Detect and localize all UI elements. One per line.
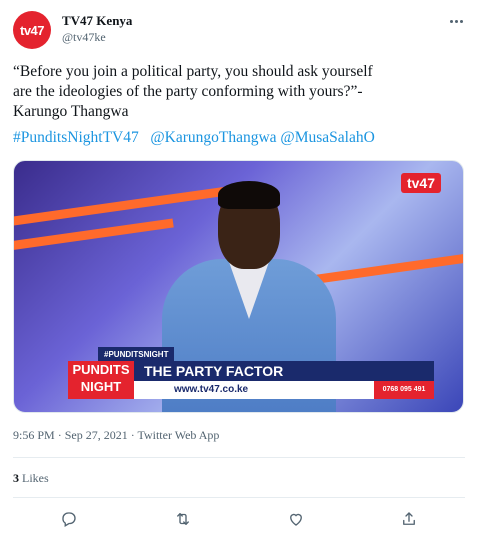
hashtag-line: #PunditsNightTV47 @KarungoThangwa @MusaS… xyxy=(13,128,375,148)
reply-icon[interactable] xyxy=(58,508,80,530)
tweet-source: Twitter Web App xyxy=(137,428,220,442)
likes-label: Likes xyxy=(22,471,49,485)
likes-number: 3 xyxy=(13,471,19,485)
show-name-line: NIGHT xyxy=(80,379,122,394)
tweet-media[interactable]: tv47 #PUNDITSNIGHT PUNDITS NIGHT THE PAR… xyxy=(13,160,464,413)
presenter-hair xyxy=(218,181,280,209)
lower-third: #PUNDITSNIGHT PUNDITS NIGHT THE PARTY FA… xyxy=(68,347,434,399)
channel-phone: 0768 095 491 xyxy=(374,381,434,399)
hashtag-link[interactable]: #PunditsNightTV47 xyxy=(13,129,139,146)
tweet-text-line: Karungo Thangwa xyxy=(13,103,129,120)
show-name-line: PUNDITS xyxy=(72,362,130,377)
tweet-text-line: are the ideologies of the party conformi… xyxy=(13,83,363,100)
avatar[interactable]: tv47 xyxy=(13,11,51,49)
show-name: PUNDITS NIGHT xyxy=(68,361,134,399)
show-hashtag: #PUNDITSNIGHT xyxy=(98,347,175,362)
action-bar xyxy=(0,508,478,530)
tweet-time[interactable]: 9:56 PM xyxy=(13,428,55,442)
tweet-date[interactable]: Sep 27, 2021 xyxy=(65,428,128,442)
mention-link[interactable]: @MusaSalahO xyxy=(280,129,374,146)
divider xyxy=(13,457,465,458)
background-stripe xyxy=(14,218,174,253)
retweet-icon[interactable] xyxy=(172,508,194,530)
tweet-meta: 9:56 PM · Sep 27, 2021 · Twitter Web App xyxy=(13,428,220,442)
segment-title: THE PARTY FACTOR xyxy=(134,361,434,381)
display-name[interactable]: TV47 Kenya xyxy=(62,13,132,29)
background-stripe xyxy=(314,247,463,284)
like-icon[interactable] xyxy=(285,508,307,530)
tweet-card: tv47 TV47 Kenya @tv47ke “Before you join… xyxy=(0,0,478,537)
share-icon[interactable] xyxy=(398,508,420,530)
tweet-text-line: “Before you join a political party, you … xyxy=(13,63,373,80)
user-handle[interactable]: @tv47ke xyxy=(62,30,106,45)
likes-count[interactable]: 3 Likes xyxy=(13,471,49,486)
channel-logo: tv47 xyxy=(400,173,441,193)
tweet-text: “Before you join a political party, you … xyxy=(13,62,465,122)
avatar-text: tv47 xyxy=(19,22,45,38)
divider xyxy=(13,497,465,498)
mention-link[interactable]: @KarungoThangwa xyxy=(150,129,276,146)
channel-url: www.tv47.co.ke xyxy=(134,381,374,399)
more-icon[interactable] xyxy=(448,13,464,29)
